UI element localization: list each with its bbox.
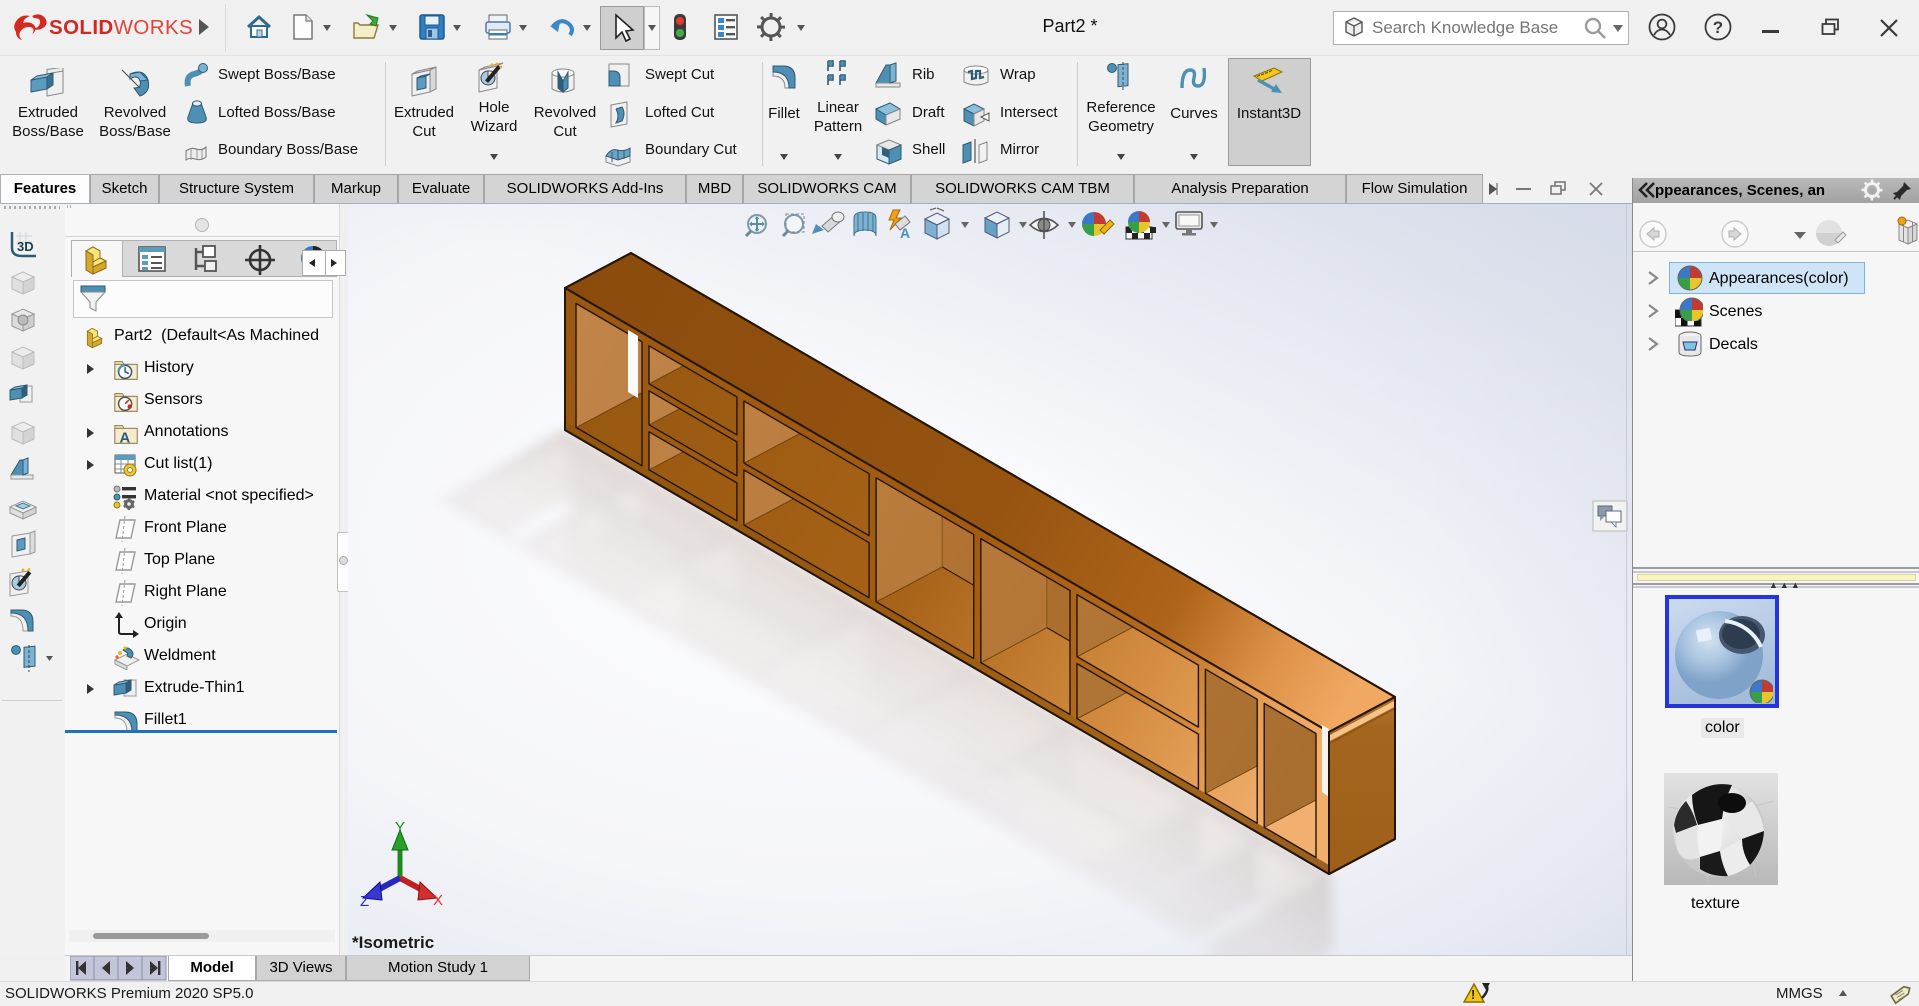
svg-text:Y: Y [395, 820, 405, 836]
svg-text:Z: Z [360, 893, 369, 910]
svg-text:A: A [120, 430, 131, 446]
svg-text:X: X [433, 892, 443, 909]
svg-text:!: ! [1471, 987, 1475, 1002]
svg-text:3D: 3D [17, 239, 34, 254]
svg-text:A: A [900, 225, 910, 241]
